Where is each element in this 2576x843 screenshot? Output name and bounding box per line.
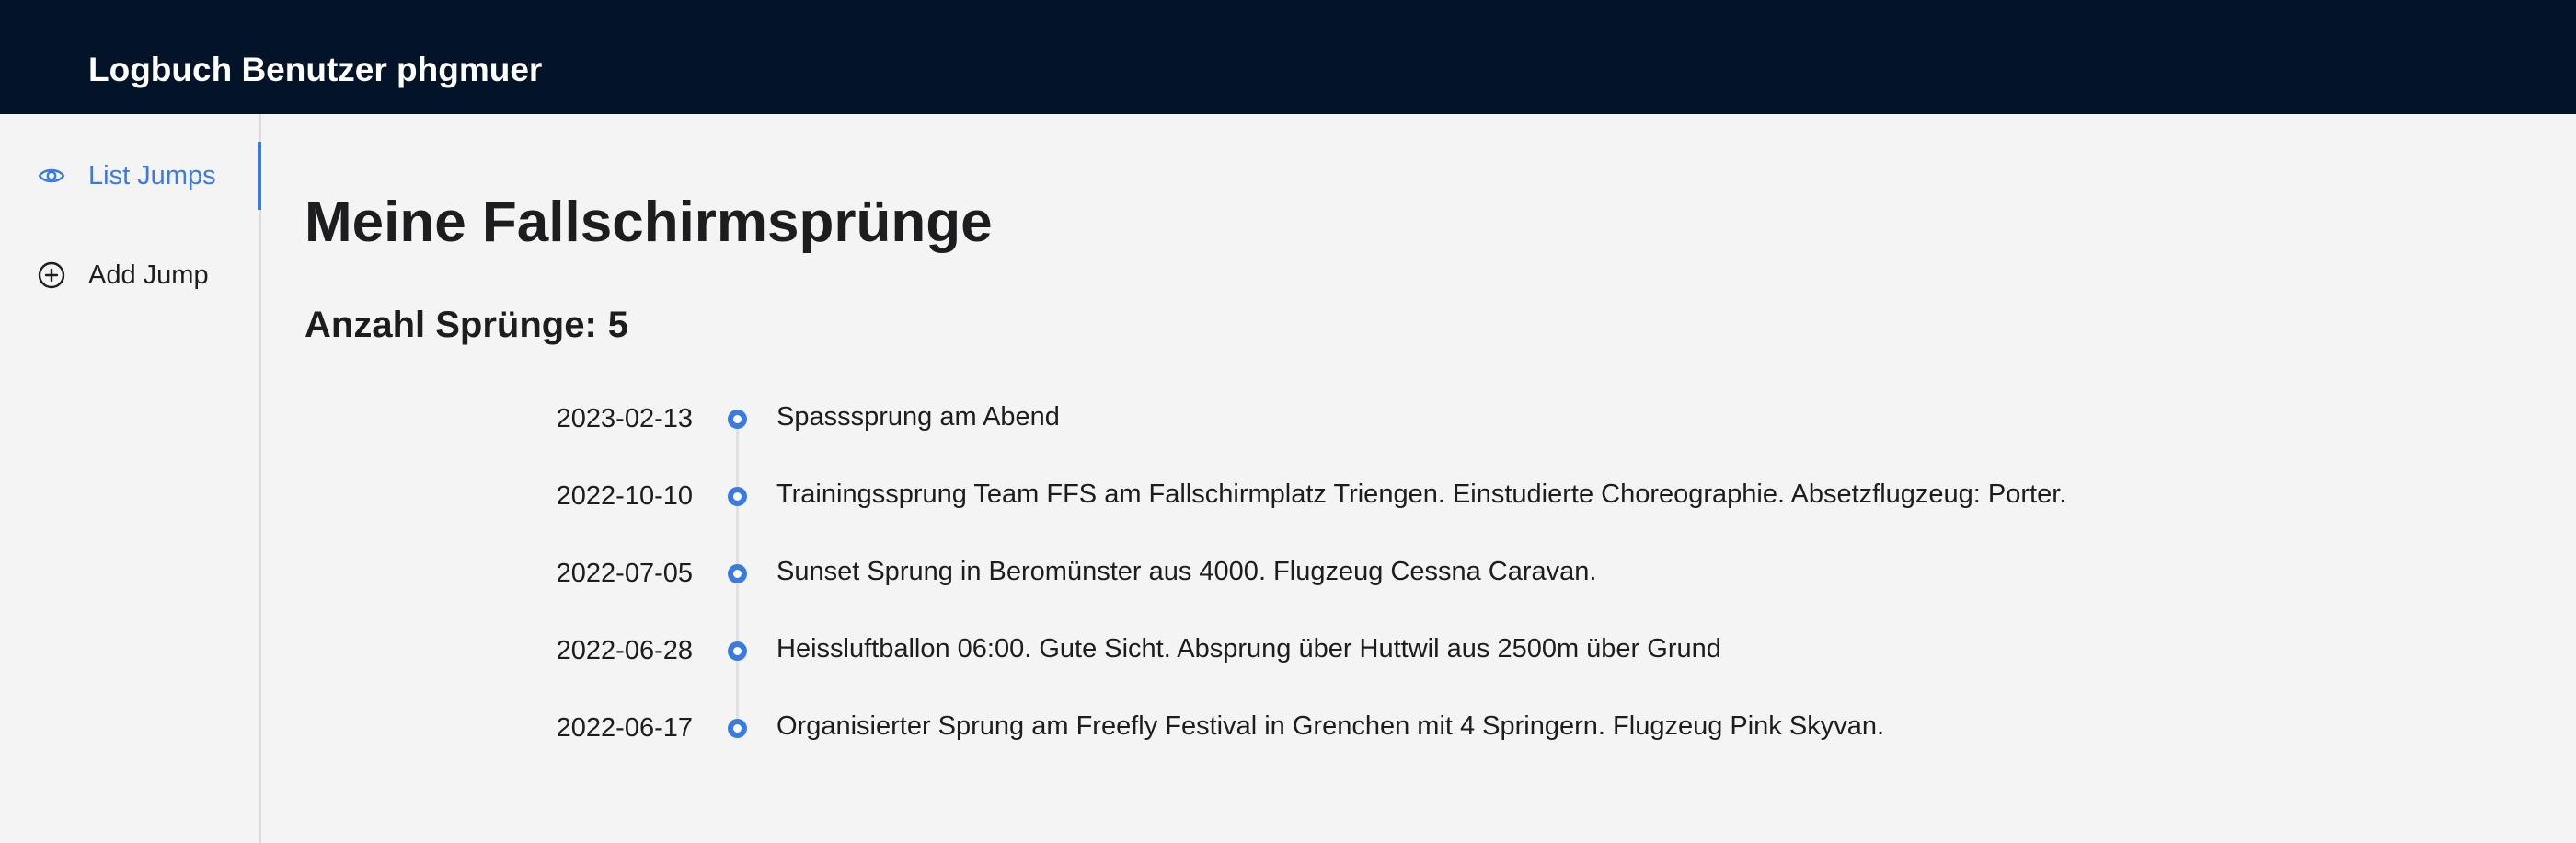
- jump-count-value: 5: [607, 305, 629, 345]
- jump-timeline: 2023-02-13 Spasssprung am Abend 2022-10-…: [305, 390, 2531, 795]
- timeline-dot-icon: [728, 487, 747, 506]
- sidebar-item-label: List Jumps: [88, 161, 216, 191]
- jump-date: 2023-02-13: [556, 404, 693, 433]
- timeline-dot-icon: [728, 719, 747, 738]
- jump-description: Organisierter Sprung am Freefly Festival…: [776, 711, 1885, 741]
- jump-description: Spasssprung am Abend: [776, 402, 1060, 432]
- jump-count: Anzahl Sprünge: 5: [305, 302, 628, 348]
- jump-description: Trainingssprung Team FFS am Fallschirmpl…: [776, 479, 2067, 509]
- timeline-dot-icon: [728, 641, 747, 661]
- sidebar-item-label: Add Jump: [88, 260, 209, 290]
- timeline-dot-icon: [728, 564, 747, 583]
- jump-description: Sunset Sprung in Beromünster aus 4000. F…: [776, 557, 1597, 586]
- page-title: Meine Fallschirmsprünge: [305, 191, 993, 254]
- jump-date: 2022-06-28: [556, 636, 693, 665]
- app-title: Logbuch Benutzer phgmuer: [88, 51, 543, 88]
- plus-circle-icon: [37, 260, 66, 290]
- jump-date: 2022-07-05: [556, 559, 693, 588]
- timeline-entry: 2022-10-10 Trainingssprung Team FFS am F…: [305, 468, 2531, 523]
- timeline-dot-icon: [728, 410, 747, 429]
- jump-count-label: Anzahl Sprünge:: [305, 305, 597, 345]
- timeline-entry: 2023-02-13 Spasssprung am Abend: [305, 390, 2531, 445]
- sidebar-item-add-jump[interactable]: Add Jump: [0, 241, 259, 309]
- eye-icon: [37, 161, 66, 191]
- timeline-entry: 2022-06-17 Organisierter Sprung am Freef…: [305, 699, 2531, 755]
- top-bar: Logbuch Benutzer phgmuer: [0, 0, 2576, 114]
- sidebar-item-list-jumps[interactable]: List Jumps: [0, 142, 261, 210]
- sidebar: List Jumps Add Jump: [0, 114, 261, 843]
- main-content: Meine Fallschirmsprünge Anzahl Sprünge: 5…: [305, 114, 2531, 843]
- jump-date: 2022-10-10: [556, 481, 693, 511]
- jump-date: 2022-06-17: [556, 713, 693, 743]
- timeline-entry: 2022-06-28 Heissluftballon 06:00. Gute S…: [305, 622, 2531, 677]
- timeline-entry: 2022-07-05 Sunset Sprung in Beromünster …: [305, 545, 2531, 600]
- jump-description: Heissluftballon 06:00. Gute Sicht. Abspr…: [776, 634, 1721, 664]
